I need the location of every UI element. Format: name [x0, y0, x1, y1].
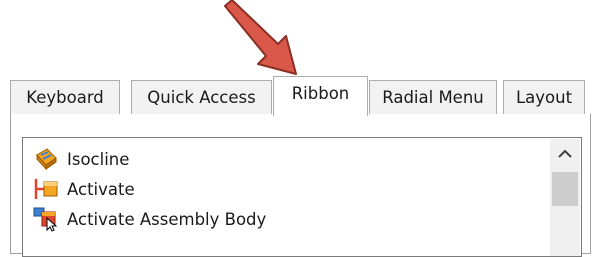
list-item-label: Activate Assembly Body [67, 209, 267, 229]
tab-radial-menu[interactable]: Radial Menu [369, 80, 497, 114]
list-item[interactable]: Activate [33, 174, 135, 204]
activate-icon [34, 179, 58, 199]
tab-layout[interactable]: Layout [503, 80, 585, 114]
tab-keyboard[interactable]: Keyboard [10, 80, 120, 114]
list-item-label: Isocline [67, 149, 130, 169]
isocline-icon [36, 148, 57, 171]
activate-assembly-body-icon [33, 207, 58, 232]
scroll-up-arrow-icon[interactable] [550, 139, 580, 169]
tab-strip: Keyboard Quick Access Ribbon Radial Menu… [10, 76, 591, 116]
list-item[interactable]: Isocline [33, 144, 129, 174]
list-item[interactable]: Activate Assembly Body [33, 204, 266, 234]
tab-quick-access[interactable]: Quick Access [131, 80, 272, 114]
scrollbar-thumb[interactable] [552, 172, 578, 206]
vertical-scrollbar[interactable] [550, 139, 580, 256]
list-item-label: Activate [67, 179, 135, 199]
command-list[interactable]: Isocline Activate Activate Assembly Body [22, 137, 582, 257]
annotation-arrow-icon [224, 0, 297, 75]
tab-ribbon[interactable]: Ribbon [273, 76, 368, 116]
